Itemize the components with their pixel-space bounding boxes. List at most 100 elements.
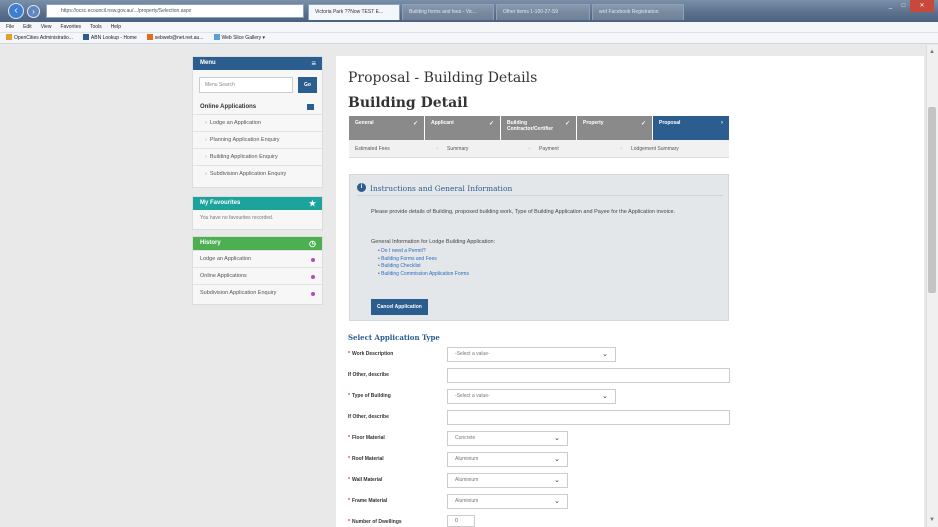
pin-icon[interactable] (311, 292, 315, 296)
go-button[interactable]: Go (298, 77, 317, 93)
step-property[interactable]: Property ✓ (577, 116, 653, 140)
menu-edit[interactable]: Edit (23, 22, 32, 32)
substep-estimated-fees[interactable]: Estimated Fees › (349, 140, 441, 158)
favorite-link[interactable]: OpenCities Administratio... (6, 33, 73, 43)
chevron-right-icon: › (528, 146, 530, 152)
link-commission-forms[interactable]: Building Commission Application Forms (378, 271, 469, 279)
roof-material-select[interactable]: Aluminium ⌄ (447, 452, 568, 467)
frame-material-select[interactable]: Aluminium ⌄ (447, 494, 568, 509)
check-icon: ✓ (488, 121, 494, 127)
number-of-dwellings-label: Number of Dwellings (351, 519, 402, 525)
menu-view[interactable]: View (41, 22, 52, 32)
favorite-link[interactable]: Web Slice Gallery ▾ (213, 33, 265, 43)
history-panel: History ◷ Lodge an Application Online Ap… (192, 236, 323, 305)
menu-search-input[interactable]: Menu Search (199, 77, 293, 93)
menu-file[interactable]: File (6, 22, 14, 32)
page-icon (213, 34, 220, 40)
chevron-down-icon: ⌄ (602, 393, 608, 400)
link-checklist[interactable]: Building Checklist (378, 263, 469, 271)
page-icon (82, 34, 89, 40)
favorite-link[interactable]: ABN Lookup - Home (82, 33, 137, 43)
menu-panel: Menu ≡ Menu Search Go Online Application… (192, 56, 323, 188)
tab-3[interactable]: wrd Facebook Registration (592, 4, 684, 20)
scroll-up-icon[interactable]: ▲ (928, 49, 936, 55)
substep-payment[interactable]: Payment › (533, 140, 625, 158)
sidebar-item-subdivision-enquiry[interactable]: Subdivision Application Enquiry (193, 165, 322, 182)
online-applications-heading[interactable]: Online Applications (193, 100, 322, 114)
chevron-right-icon: › (620, 146, 622, 152)
step-general[interactable]: General ✓ (349, 116, 425, 140)
wall-material-row: * Wall Material Aluminium ⌄ (348, 473, 730, 488)
page-scrollbar[interactable]: ▲ ▼ (926, 45, 938, 527)
section-title: Building Detail (348, 95, 468, 111)
tab-active[interactable]: Victoria Park ??Now TEST E... (308, 4, 400, 20)
star-icon (6, 34, 12, 40)
favorites-bar: OpenCities Administratio... ABN Lookup -… (0, 33, 938, 44)
other-describe-input[interactable] (447, 368, 730, 383)
check-icon: ✓ (412, 121, 418, 127)
page-title: Proposal - Building Details (348, 70, 538, 86)
close-icon[interactable]: ✕ (910, 0, 934, 12)
pin-icon[interactable] (311, 258, 315, 262)
minimize-icon[interactable]: _ (884, 0, 897, 12)
roof-material-label: Roof Material (351, 456, 384, 462)
sidebar-item-lodge[interactable]: Lodge an Application (193, 114, 322, 131)
number-of-dwellings-input[interactable]: 0 (447, 515, 475, 527)
info-icon: i (357, 183, 366, 192)
history-header: History ◷ (193, 237, 322, 250)
window-controls: _ □ ✕ (884, 0, 934, 12)
favourites-empty-text: You have no favourites recorded. (200, 215, 274, 221)
browser-title-bar: ‹ › https://ocsc.ecouncil.nsw.gov.au/...… (0, 0, 938, 22)
maximize-icon[interactable]: □ (897, 0, 910, 12)
type-of-building-label: Type of Building (351, 393, 391, 399)
tab-1[interactable]: Building forms and fees - Vic... (402, 4, 494, 20)
main-content: Proposal - Building Details Building Det… (336, 56, 924, 527)
other-building-row: If Other, describe (348, 410, 730, 425)
type-of-building-select[interactable]: -Select a value- ⌄ (447, 389, 616, 404)
hamburger-icon[interactable]: ≡ (311, 57, 316, 70)
link-forms-fees[interactable]: Building Forms and Fees (378, 256, 469, 264)
wizard-substeps: Estimated Fees › Summary › Payment › Lodgem… (349, 140, 729, 158)
cancel-application-button[interactable]: Cancel Application (371, 299, 428, 315)
scrollbar-thumb[interactable] (928, 107, 936, 293)
menu-tools[interactable]: Tools (90, 22, 102, 32)
address-bar[interactable]: https://ocsc.ecouncil.nsw.gov.au/.../pro… (46, 4, 304, 18)
step-contractor[interactable]: Building Contractor/Certifier ✓ (501, 116, 577, 140)
back-button[interactable]: ‹ (8, 3, 24, 19)
instructions-title: Instructions and General Information (370, 184, 513, 193)
floor-material-select[interactable]: Concrete ⌄ (447, 431, 568, 446)
work-description-select[interactable]: -Select a value- ⌄ (447, 347, 616, 362)
history-item[interactable]: Subdivision Application Enquiry (193, 284, 322, 301)
chevron-right-icon: › (436, 146, 438, 152)
pin-icon[interactable] (311, 275, 315, 279)
other-description-row: If Other, describe (348, 368, 730, 383)
other-building-input[interactable] (447, 410, 730, 425)
substep-summary[interactable]: Summary › (441, 140, 533, 158)
work-description-label: Work Description (351, 351, 394, 357)
sidebar-item-planning-enquiry[interactable]: Planning Application Enquiry (193, 131, 322, 148)
favorite-link[interactable]: sebweb@net.net.au... (146, 33, 204, 43)
divider (357, 195, 723, 196)
sidebar-item-building-enquiry[interactable]: Building Application Enquiry (193, 148, 322, 165)
folder-icon (307, 104, 314, 110)
tab-2[interactable]: Other items 1-100-27-S9 (496, 4, 590, 20)
scroll-down-icon[interactable]: ▼ (928, 517, 936, 523)
menu-help[interactable]: Help (111, 22, 121, 32)
star-icon: ★ (308, 199, 316, 208)
history-item[interactable]: Online Applications (193, 267, 322, 284)
instructions-panel: i Instructions and General Information P… (349, 174, 729, 321)
link-need-permit[interactable]: Do I need a Permit? (378, 248, 469, 256)
menu-favorites[interactable]: Favorites (60, 22, 81, 32)
step-applicant[interactable]: Applicant ✓ (425, 116, 501, 140)
chevron-down-icon: ⌄ (602, 351, 608, 358)
chevron-down-icon: ⌄ (554, 435, 560, 442)
number-of-dwellings-row: * Number of Dwellings 0 (348, 515, 730, 527)
chevron-down-icon: ⌄ (554, 498, 560, 505)
step-proposal[interactable]: Proposal › (653, 116, 729, 140)
frame-material-row: * Frame Material Aluminium ⌄ (348, 494, 730, 509)
select-application-type-heading: Select Application Type (348, 333, 440, 342)
wall-material-select[interactable]: Aluminium ⌄ (447, 473, 568, 488)
forward-button[interactable]: › (27, 5, 40, 18)
history-item[interactable]: Lodge an Application (193, 250, 322, 267)
substep-lodgement-summary[interactable]: Lodgement Summary (625, 140, 729, 158)
